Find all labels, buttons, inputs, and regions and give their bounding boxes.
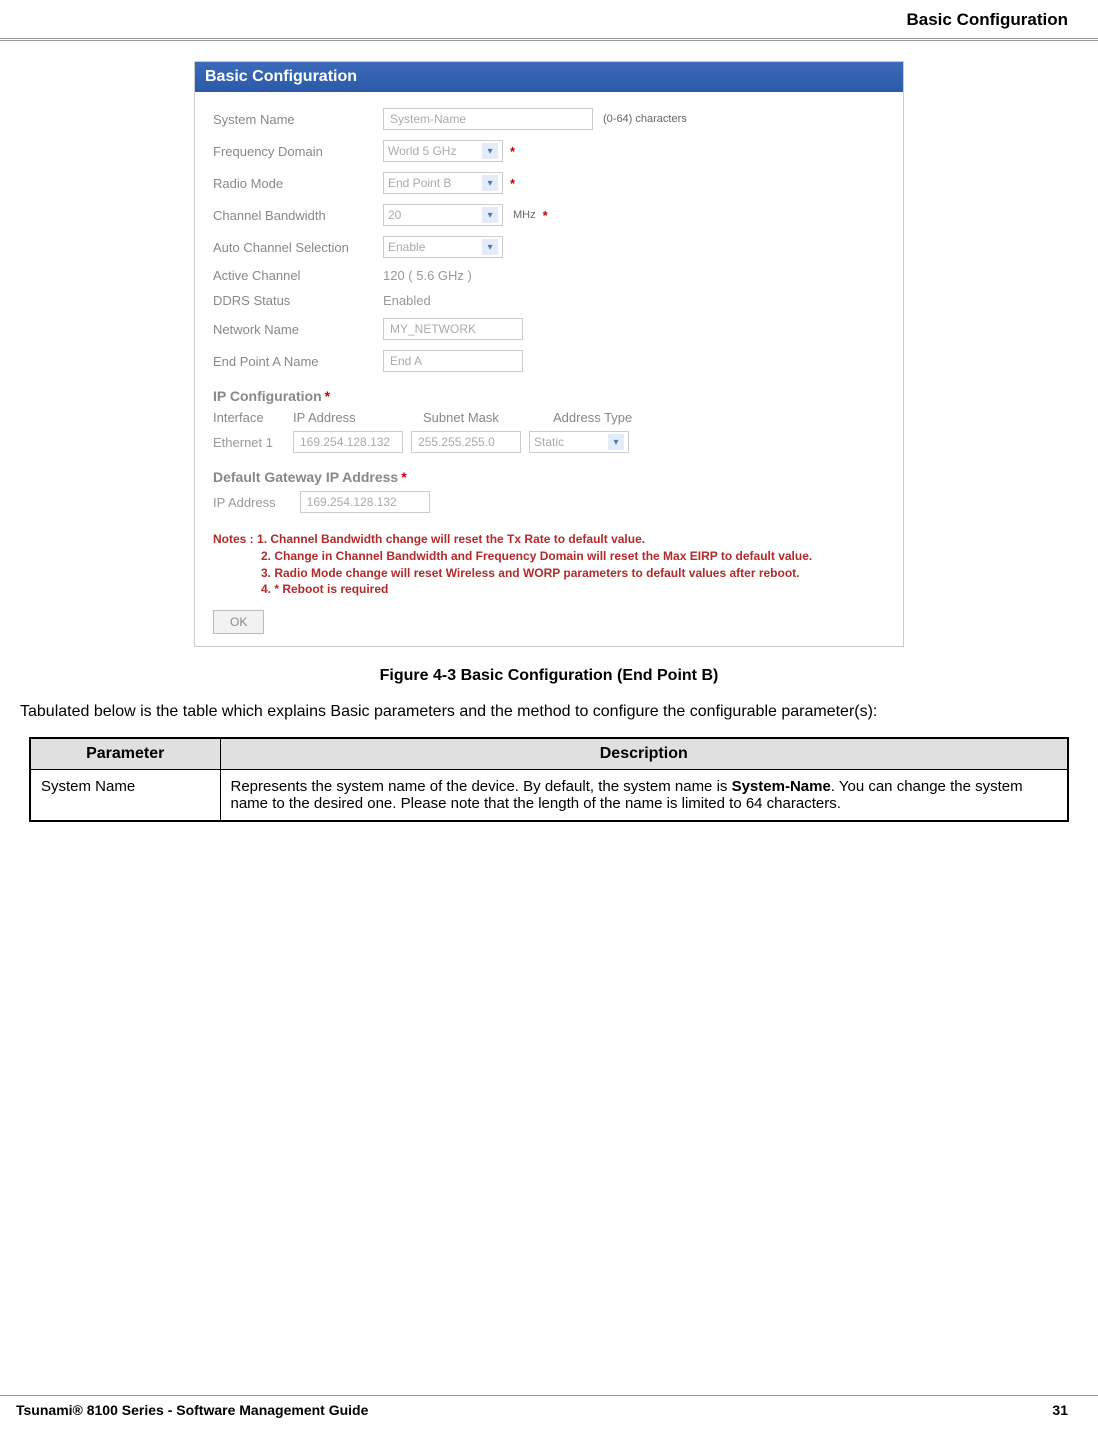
table-header-row: Parameter Description: [30, 738, 1068, 770]
note-4: 4. * Reboot is required: [261, 581, 885, 598]
th-parameter: Parameter: [30, 738, 220, 770]
active-channel-value: 120 ( 5.6 GHz ): [383, 268, 472, 283]
footer-left: Tsunami® 8100 Series - Software Manageme…: [16, 1402, 368, 1418]
label-radio-mode: Radio Mode: [213, 176, 383, 191]
gateway-heading: Default Gateway IP Address*: [213, 469, 885, 485]
th-description: Description: [220, 738, 1068, 770]
ip-config-title: IP Configuration: [213, 388, 322, 404]
gateway-label: IP Address: [213, 495, 276, 510]
chevron-down-icon: ▾: [482, 207, 498, 223]
desc-part-a: Represents the system name of the device…: [231, 778, 732, 795]
row-frequency-domain: Frequency Domain World 5 GHz ▾ *: [213, 140, 885, 162]
h-type: Address Type: [553, 410, 683, 425]
channel-bandwidth-select[interactable]: 20 ▾: [383, 204, 503, 226]
gateway-row: IP Address: [213, 491, 885, 513]
note-1: 1. Channel Bandwidth change will reset t…: [257, 532, 645, 546]
chevron-down-icon: ▾: [482, 143, 498, 159]
frequency-domain-value: World 5 GHz: [388, 144, 456, 158]
row-radio-mode: Radio Mode End Point B ▾ *: [213, 172, 885, 194]
chevron-down-icon: ▾: [482, 175, 498, 191]
gateway-title: Default Gateway IP Address: [213, 469, 398, 485]
iface-value: Ethernet 1: [213, 435, 285, 450]
row-network-name: Network Name: [213, 318, 885, 340]
frequency-domain-select[interactable]: World 5 GHz ▾: [383, 140, 503, 162]
ip-table-row: Ethernet 1 Static ▾: [213, 431, 885, 453]
network-name-input[interactable]: [383, 318, 523, 340]
system-name-input[interactable]: [383, 108, 593, 130]
h-interface: Interface: [213, 410, 293, 425]
required-asterisk: *: [325, 388, 330, 404]
label-system-name: System Name: [213, 112, 383, 127]
td-parameter: System Name: [30, 770, 220, 822]
note-3: 3. Radio Mode change will reset Wireless…: [261, 565, 885, 582]
note-2: 2. Change in Channel Bandwidth and Frequ…: [261, 548, 885, 565]
radio-mode-select[interactable]: End Point B ▾: [383, 172, 503, 194]
address-type-select[interactable]: Static ▾: [529, 431, 629, 453]
ok-button[interactable]: OK: [213, 610, 264, 634]
row-system-name: System Name (0-64) characters: [213, 108, 885, 130]
ip-address-input[interactable]: [293, 431, 403, 453]
required-asterisk: *: [401, 469, 406, 485]
required-asterisk: *: [543, 208, 548, 223]
endpoint-a-input[interactable]: [383, 350, 523, 372]
label-network-name: Network Name: [213, 322, 383, 337]
parameter-table: Parameter Description System Name Repres…: [29, 737, 1069, 822]
row-endpoint-a: End Point A Name: [213, 350, 885, 372]
channel-bandwidth-value: 20: [388, 208, 401, 222]
label-endpoint-a: End Point A Name: [213, 354, 383, 369]
page-header: Basic Configuration: [0, 0, 1098, 41]
radio-mode-value: End Point B: [388, 176, 451, 190]
row-ddrs: DDRS Status Enabled: [213, 293, 885, 308]
h-mask: Subnet Mask: [423, 410, 553, 425]
required-asterisk: *: [510, 144, 515, 159]
label-frequency-domain: Frequency Domain: [213, 144, 383, 159]
notes-prefix: Notes :: [213, 532, 254, 546]
ip-config-heading: IP Configuration*: [213, 388, 885, 404]
auto-channel-value: Enable: [388, 240, 425, 254]
panel-body: System Name (0-64) characters Frequency …: [195, 92, 903, 646]
system-name-hint: (0-64) characters: [603, 113, 687, 125]
row-auto-channel: Auto Channel Selection Enable ▾: [213, 236, 885, 258]
label-active-channel: Active Channel: [213, 268, 383, 283]
notes-block: Notes : 1. Channel Bandwidth change will…: [213, 531, 885, 598]
footer-page-number: 31: [1052, 1402, 1068, 1418]
label-auto-channel: Auto Channel Selection: [213, 240, 383, 255]
panel-title: Basic Configuration: [195, 62, 903, 92]
label-channel-bandwidth: Channel Bandwidth: [213, 208, 383, 223]
td-description: Represents the system name of the device…: [220, 770, 1068, 822]
config-panel: Basic Configuration System Name (0-64) c…: [194, 61, 904, 647]
subnet-mask-input[interactable]: [411, 431, 521, 453]
description-text: Tabulated below is the table which expla…: [20, 703, 1078, 721]
chevron-down-icon: ▾: [482, 239, 498, 255]
ip-table-header: Interface IP Address Subnet Mask Address…: [213, 410, 885, 425]
row-channel-bandwidth: Channel Bandwidth 20 ▾ MHz *: [213, 204, 885, 226]
address-type-value: Static: [534, 435, 564, 449]
gateway-ip-input[interactable]: [300, 491, 430, 513]
chevron-down-icon: ▾: [608, 434, 624, 450]
ddrs-value: Enabled: [383, 293, 431, 308]
auto-channel-select[interactable]: Enable ▾: [383, 236, 503, 258]
figure-caption: Figure 4-3 Basic Configuration (End Poin…: [0, 667, 1098, 685]
page-header-title: Basic Configuration: [906, 10, 1068, 29]
page-footer: Tsunami® 8100 Series - Software Manageme…: [0, 1395, 1098, 1418]
row-active-channel: Active Channel 120 ( 5.6 GHz ): [213, 268, 885, 283]
desc-bold: System-Name: [732, 778, 831, 795]
label-ddrs: DDRS Status: [213, 293, 383, 308]
h-ip: IP Address: [293, 410, 423, 425]
table-row: System Name Represents the system name o…: [30, 770, 1068, 822]
mhz-unit: MHz: [513, 209, 536, 221]
required-asterisk: *: [510, 176, 515, 191]
